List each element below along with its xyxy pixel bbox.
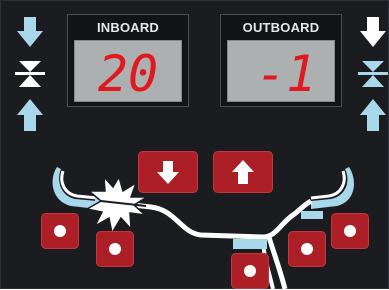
left-tyre-bead	[52, 167, 97, 209]
right-rim-flange	[301, 211, 323, 219]
dot-icon	[244, 265, 256, 277]
position-button-right-outer[interactable]	[331, 213, 369, 249]
position-button-center[interactable]	[231, 253, 269, 289]
arrow-down-icon	[157, 161, 179, 184]
move-up-button[interactable]	[213, 151, 273, 193]
dot-icon	[344, 225, 356, 237]
position-button-right-inner[interactable]	[288, 231, 326, 267]
dot-icon	[109, 243, 121, 255]
center-rim-flange	[233, 239, 267, 249]
dot-icon	[301, 243, 313, 255]
right-tyre-bead	[311, 167, 354, 209]
arrow-up-icon	[232, 160, 254, 184]
position-button-left-inner[interactable]	[96, 231, 134, 267]
position-button-left-outer[interactable]	[41, 213, 79, 249]
move-down-button[interactable]	[138, 151, 198, 193]
dot-icon	[54, 225, 66, 237]
balancer-panel: INBOARD 20 OUTBOARD -1	[0, 0, 389, 290]
